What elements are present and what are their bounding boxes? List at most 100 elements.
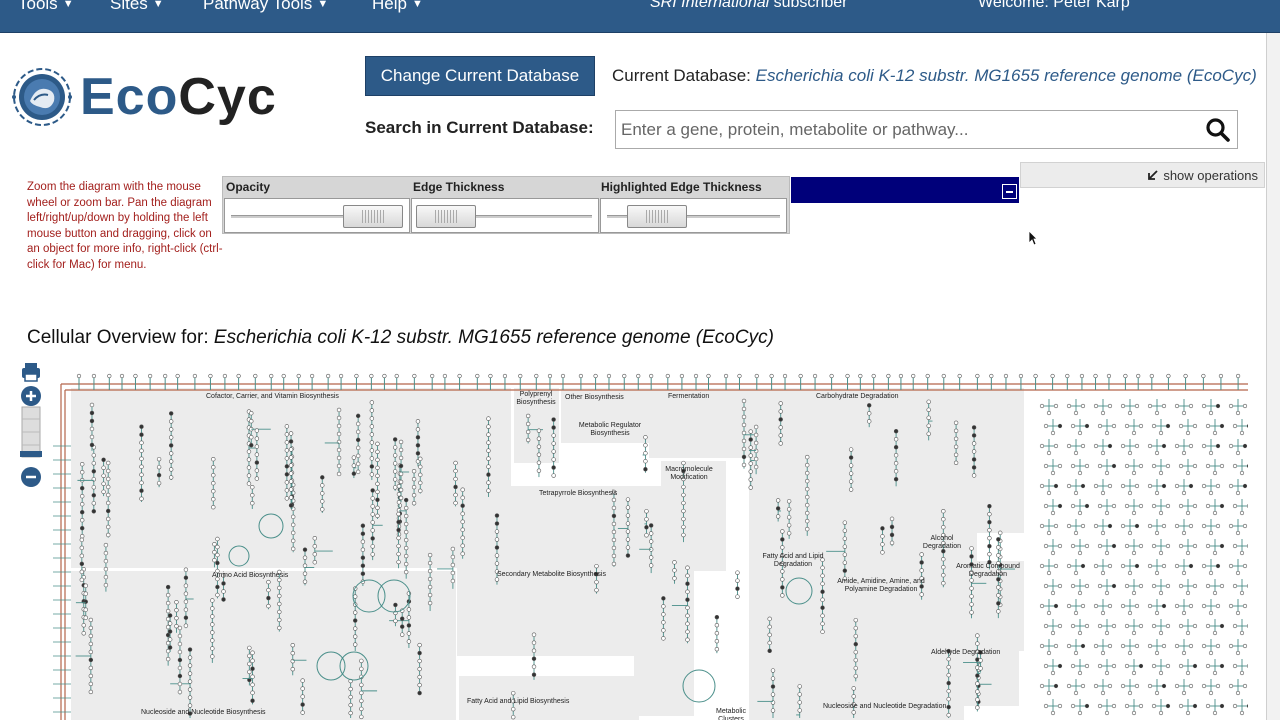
metabolite-node[interactable]	[1232, 583, 1238, 589]
metabolite-node[interactable]	[971, 441, 977, 446]
metabolite-node[interactable]	[1158, 710, 1164, 716]
metabolite-node[interactable]	[770, 692, 776, 697]
metabolite-node[interactable]	[625, 505, 631, 510]
metabolite-node[interactable]	[551, 457, 556, 462]
region-label[interactable]: Other Biosynthesis	[565, 394, 624, 402]
metabolite-node[interactable]	[101, 481, 106, 486]
metabolite-node[interactable]	[681, 484, 686, 490]
metabolite-node[interactable]	[1138, 503, 1144, 509]
metabolite-node[interactable]	[893, 437, 899, 442]
metabolite-node[interactable]	[355, 429, 361, 435]
metabolite-node[interactable]	[1134, 683, 1140, 689]
metabolite-node[interactable]	[103, 582, 109, 588]
metabolite-node[interactable]	[165, 632, 171, 638]
metabolite-node[interactable]	[786, 515, 792, 520]
metabolite-node[interactable]	[79, 545, 85, 551]
metabolite-node[interactable]	[1079, 373, 1085, 379]
metabolite-node[interactable]	[946, 664, 951, 670]
metabolite-node[interactable]	[396, 484, 402, 489]
metabolite-node[interactable]	[531, 656, 537, 661]
metabolite-node[interactable]	[254, 444, 260, 449]
metabolite-node[interactable]	[355, 461, 361, 467]
metabolite-node[interactable]	[853, 665, 858, 671]
metabolite-node[interactable]	[139, 488, 144, 493]
metabolite-node[interactable]	[780, 545, 785, 550]
metabolite-node[interactable]	[1127, 570, 1133, 576]
metabolite-node[interactable]	[665, 373, 670, 379]
metabolite-node[interactable]	[1134, 603, 1140, 609]
metabolite-node[interactable]	[1215, 523, 1221, 529]
metabolite-node[interactable]	[737, 373, 742, 379]
metabolite-node[interactable]	[693, 373, 699, 379]
metabolite-node[interactable]	[165, 592, 171, 598]
metabolite-node[interactable]	[348, 702, 353, 708]
metabolite-node[interactable]	[926, 431, 931, 436]
metabolite-node[interactable]	[767, 624, 772, 630]
metabolite-node[interactable]	[1235, 410, 1241, 416]
metabolite-node[interactable]	[1107, 523, 1113, 529]
metabolite-node[interactable]	[1084, 583, 1090, 589]
metabolite-node[interactable]	[1057, 543, 1063, 549]
metabolite-node[interactable]	[163, 373, 168, 379]
metabolite-node[interactable]	[1131, 510, 1137, 516]
metabolite-node[interactable]	[946, 712, 951, 718]
metabolite-node[interactable]	[411, 468, 417, 474]
metabolite-node[interactable]	[1050, 470, 1056, 476]
metabolite-node[interactable]	[1201, 683, 1207, 689]
metabolite-node[interactable]	[1161, 643, 1167, 649]
metabolite-node[interactable]	[797, 700, 802, 705]
metabolite-node[interactable]	[460, 511, 465, 516]
metabolite-node[interactable]	[1111, 463, 1117, 469]
metabolite-node[interactable]	[417, 650, 422, 656]
metabolite-node[interactable]	[611, 497, 617, 503]
metabolite-node[interactable]	[1239, 710, 1245, 716]
metabolite-node[interactable]	[302, 563, 308, 568]
metabolite-node[interactable]	[525, 437, 531, 443]
metabolite-node[interactable]	[1235, 650, 1241, 656]
metabolite-node[interactable]	[288, 431, 294, 436]
metabolite-node[interactable]	[1097, 663, 1103, 669]
metabolite-node[interactable]	[460, 495, 465, 500]
metabolite-node[interactable]	[486, 456, 491, 461]
metabolite-node[interactable]	[1219, 423, 1225, 429]
metabolite-node[interactable]	[398, 463, 404, 469]
metabolite-node[interactable]	[971, 465, 977, 470]
metabolite-node[interactable]	[1138, 423, 1144, 429]
metabolite-node[interactable]	[103, 558, 109, 564]
metabolite-node[interactable]	[643, 443, 648, 448]
metabolite-node[interactable]	[288, 471, 294, 476]
metabolite-node[interactable]	[398, 439, 404, 445]
metabolite-node[interactable]	[406, 615, 412, 620]
metabolite-node[interactable]	[769, 373, 774, 379]
metabolite-node[interactable]	[1138, 623, 1144, 629]
metabolite-node[interactable]	[1127, 690, 1133, 696]
metabolite-node[interactable]	[1104, 470, 1110, 476]
metabolite-node[interactable]	[685, 573, 690, 578]
metabolite-node[interactable]	[1158, 550, 1164, 556]
metabolite-node[interactable]	[417, 674, 422, 680]
metabolite-node[interactable]	[1124, 503, 1130, 509]
metabolite-node[interactable]	[893, 477, 899, 482]
metabolite-node[interactable]	[1154, 570, 1160, 576]
metabolite-node[interactable]	[1239, 550, 1245, 556]
metabolite-node[interactable]	[221, 589, 226, 594]
metabolite-node[interactable]	[83, 591, 88, 596]
metabolite-node[interactable]	[427, 600, 433, 606]
metabolite-node[interactable]	[355, 445, 361, 451]
metabolite-node[interactable]	[1039, 563, 1045, 569]
metabolite-node[interactable]	[1183, 373, 1188, 379]
menu-help[interactable]: Help ▼	[372, 0, 423, 14]
metabolite-node[interactable]	[767, 648, 772, 654]
metabolite-node[interactable]	[79, 577, 85, 583]
metabolite-node[interactable]	[611, 537, 617, 543]
metabolite-node[interactable]	[1050, 373, 1055, 379]
metabolite-node[interactable]	[370, 504, 375, 509]
metabolite-node[interactable]	[1178, 503, 1184, 509]
metabolite-node[interactable]	[681, 492, 686, 498]
metabolite-node[interactable]	[165, 624, 171, 630]
metabolite-node[interactable]	[829, 373, 834, 379]
metabolite-node[interactable]	[969, 546, 974, 551]
metabolite-node[interactable]	[156, 464, 162, 470]
metabolite-node[interactable]	[156, 456, 162, 462]
metabolite-node[interactable]	[1174, 603, 1180, 609]
